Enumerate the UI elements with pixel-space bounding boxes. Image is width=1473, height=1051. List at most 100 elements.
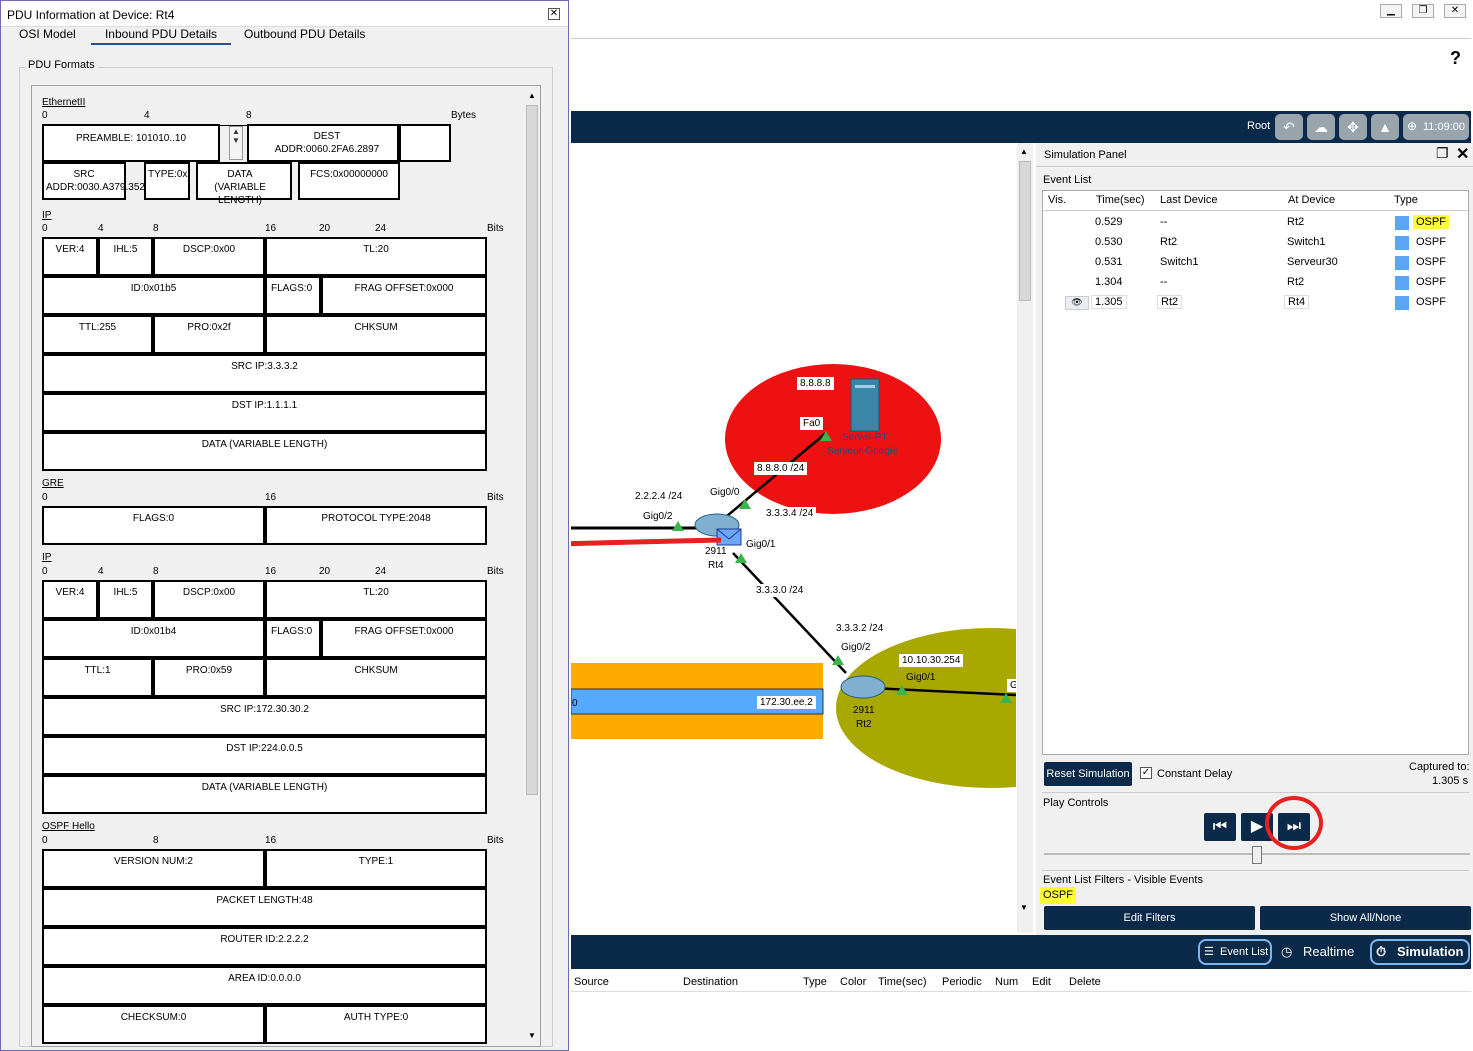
ip-id-field: ID:0x01b4	[42, 619, 265, 658]
event-at: Switch1	[1287, 236, 1326, 248]
col-vis[interactable]: Vis.	[1048, 194, 1066, 206]
ip-dscp-field: DSCP:0x00	[153, 580, 265, 619]
col-at-device[interactable]: At Device	[1288, 194, 1335, 206]
minimize-icon[interactable]: ▁	[1380, 4, 1402, 18]
close-window-icon[interactable]: ✕	[1444, 4, 1466, 18]
ip-ver-field: VER:4	[42, 580, 98, 619]
pdu-dialog: PDU Information at Device: Rt4 ✕ OSI Mod…	[0, 0, 569, 1051]
ruler-label: 8	[153, 566, 159, 577]
annotation-arrow	[571, 537, 722, 547]
event-at: Serveur30	[1287, 256, 1338, 268]
play-controls-label: Play Controls	[1043, 797, 1109, 809]
scroll-down-icon[interactable]: ▼	[528, 1031, 536, 1040]
ip-ihl-field: IHL:5	[98, 237, 153, 276]
edit-filters-button[interactable]: Edit Filters	[1044, 906, 1255, 930]
ruler-label: 8	[246, 110, 252, 121]
move-icon[interactable]: ✥	[1339, 114, 1367, 140]
user-pdu-table-header: Source Destination Type Color Time(sec) …	[571, 972, 1471, 992]
canvas-vertical-scrollbar[interactable]: ▲ ▼	[1017, 143, 1033, 933]
workspace-toolbar: Root ↶ ☁ ✥ ▲ ⊕ 11:09:00	[571, 111, 1471, 143]
event-last: Rt2	[1157, 295, 1183, 309]
tab-osi-model[interactable]: OSI Model	[19, 27, 76, 45]
table-row[interactable]: 0.531 Switch1 Serveur30 OSPF	[1043, 253, 1470, 273]
event-time: 1.304	[1095, 276, 1123, 288]
eye-icon[interactable]: 👁	[1065, 296, 1089, 310]
table-row[interactable]: 0.529 -- Rt2 OSPF	[1043, 213, 1470, 233]
tunnel-left-label: 0	[572, 698, 578, 709]
event-list-table[interactable]: Vis. Time(sec) Last Device At Device Typ…	[1042, 190, 1470, 755]
col-last-device[interactable]: Last Device	[1160, 194, 1217, 206]
link-up-icon	[672, 521, 684, 531]
ruler-label: 16	[265, 835, 277, 846]
event-last: Switch1	[1160, 256, 1199, 268]
realtime-mode-button[interactable]: ◷ Realtime	[1277, 939, 1367, 965]
ruler-unit: Bits	[487, 492, 504, 503]
rt4-gig01-ip-label: 3.3.3.4 /24	[763, 507, 817, 520]
show-all-none-button[interactable]: Show All/None	[1260, 906, 1471, 930]
ip-frag-field: FRAG OFFSET:0x000	[321, 619, 487, 658]
simulation-button-label: Simulation	[1397, 944, 1464, 959]
col-type[interactable]: Type	[803, 976, 827, 988]
speed-slider-thumb[interactable]	[1252, 846, 1262, 864]
ip-tl-field: TL:20	[265, 580, 487, 619]
undock-icon[interactable]: ❐	[1436, 145, 1449, 162]
server-name-label: Serveur-Google	[827, 446, 898, 457]
back-step-button[interactable]: ⏮	[1204, 813, 1236, 841]
scroll-thumb[interactable]	[526, 105, 538, 795]
rt4-gig01-label: Gig0/1	[746, 539, 776, 550]
tab-outbound-pdu[interactable]: Outbound PDU Details	[244, 27, 365, 45]
col-color[interactable]: Color	[840, 976, 866, 988]
rt2-gig01-label: Gig0/1	[906, 672, 936, 683]
ip-ver-field: VER:4	[42, 237, 98, 276]
ospf-area-id-field: AREA ID:0.0.0.0	[42, 966, 487, 1005]
col-source[interactable]: Source	[574, 976, 609, 988]
simulation-mode-button[interactable]: ⏱ Simulation	[1370, 939, 1470, 965]
cloud-add-icon[interactable]: ☁	[1307, 114, 1335, 140]
table-row[interactable]: 👁 1.305 Rt2 Rt4 OSPF	[1043, 293, 1470, 313]
list-icon: ☰	[1204, 946, 1214, 958]
scroll-down-icon[interactable]: ▼	[1020, 903, 1028, 912]
preamble-field: PREAMBLE: 101010..10	[42, 124, 220, 162]
col-edit[interactable]: Edit	[1032, 976, 1051, 988]
ruler-label: 0	[42, 835, 48, 846]
close-icon[interactable]: ✕	[548, 8, 560, 20]
col-num[interactable]: Num	[995, 976, 1018, 988]
event-list-mode-button[interactable]: ☰ Event List	[1198, 939, 1272, 965]
ruler-label: 0	[42, 110, 48, 121]
restore-icon[interactable]: ❐	[1412, 4, 1434, 18]
filter-value: OSPF	[1040, 887, 1076, 904]
dialog-titlebar[interactable]: PDU Information at Device: Rt4 ✕	[1, 1, 568, 27]
scroll-thumb[interactable]	[1019, 161, 1031, 301]
event-time: 1.305	[1091, 295, 1127, 309]
tab-inbound-pdu[interactable]: Inbound PDU Details	[91, 27, 231, 45]
background-image-icon[interactable]: ▲	[1371, 114, 1399, 140]
back-icon[interactable]: ↶	[1275, 114, 1303, 140]
table-row[interactable]: 1.304 -- Rt2 OSPF	[1043, 273, 1470, 293]
simulation-panel: Simulation Panel ❐ ✕ Event List Vis. Tim…	[1036, 143, 1473, 935]
event-type: OSPF	[1416, 296, 1446, 308]
constant-delay-checkbox[interactable]: ✓	[1140, 767, 1152, 779]
rt2-name-label: Rt2	[856, 719, 872, 730]
event-time: 0.531	[1095, 256, 1123, 268]
ruler-label: 16	[265, 566, 277, 577]
scroll-up-icon[interactable]: ▲	[528, 91, 536, 100]
spinner-icon[interactable]: ▲ ▼	[229, 126, 243, 160]
scroll-up-icon[interactable]: ▲	[1020, 147, 1028, 156]
mode-bar: ☰ Event List ◷ Realtime ⏱ Simulation	[571, 935, 1471, 969]
table-row[interactable]: 0.530 Rt2 Switch1 OSPF	[1043, 233, 1470, 253]
col-delete[interactable]: Delete	[1069, 976, 1101, 988]
reset-simulation-button[interactable]: Reset Simulation	[1044, 762, 1132, 786]
col-time[interactable]: Time(sec)	[1096, 194, 1144, 206]
col-type[interactable]: Type	[1394, 194, 1418, 206]
close-panel-icon[interactable]: ✕	[1456, 144, 1469, 164]
logical-workspace[interactable]: 8.8.8.8 Fa0 Server-PT Serveur-Google 8.8…	[571, 143, 1016, 933]
clock-box[interactable]: ⊕ 11:09:00	[1403, 114, 1469, 140]
col-time[interactable]: Time(sec)	[878, 976, 926, 988]
ruler-label: 8	[153, 223, 159, 234]
server-ip-label: 8.8.8.8	[797, 377, 834, 390]
pdu-vertical-scrollbar[interactable]: ▲ ▼	[524, 87, 540, 1045]
help-icon[interactable]: ?	[1450, 48, 1461, 69]
col-destination[interactable]: Destination	[683, 976, 738, 988]
root-label[interactable]: Root	[1247, 120, 1270, 132]
col-periodic[interactable]: Periodic	[942, 976, 982, 988]
